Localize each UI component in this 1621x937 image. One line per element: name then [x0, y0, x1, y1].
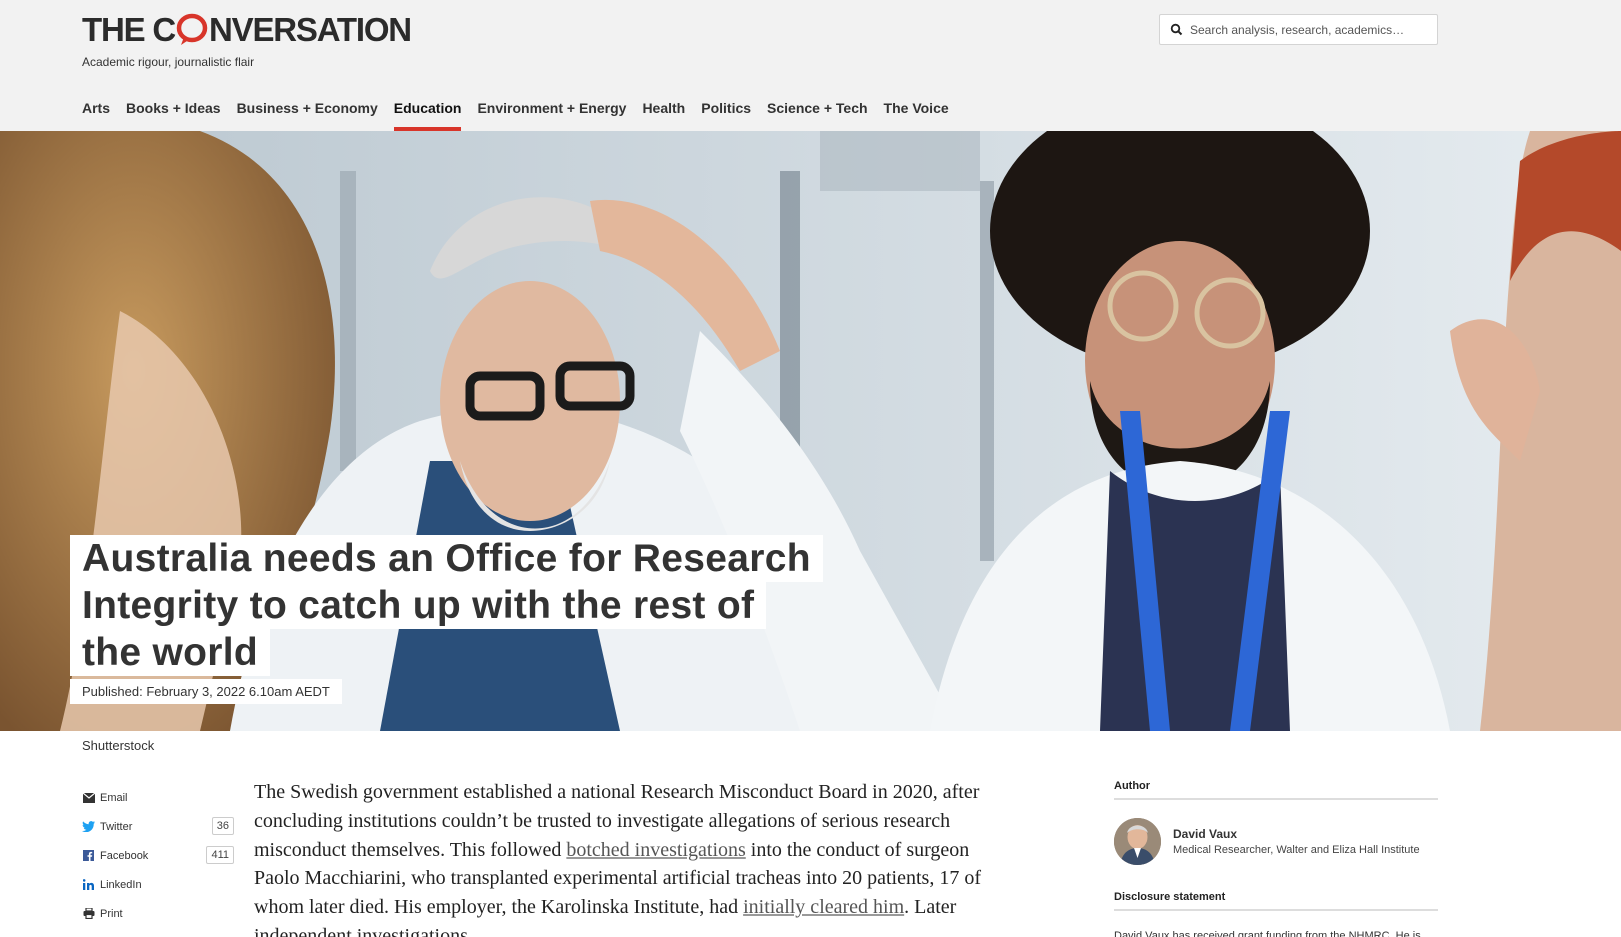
botched-investigations-link[interactable]: botched investigations	[566, 839, 745, 861]
share-linkedin-label: LinkedIn	[100, 878, 142, 891]
site-tagline: Academic rigour, journalistic flair	[82, 55, 255, 69]
share-linkedin[interactable]: LinkedIn	[82, 870, 234, 899]
share-facebook-label: Facebook	[100, 849, 149, 862]
share-twitter[interactable]: Twitter 36	[82, 812, 234, 841]
share-print-label: Print	[100, 907, 123, 920]
email-icon	[82, 791, 95, 804]
title-line-3: the world	[70, 629, 271, 676]
search-icon	[1170, 23, 1183, 35]
facebook-icon	[82, 849, 95, 862]
share-email[interactable]: Email	[82, 783, 234, 812]
linkedin-icon	[82, 878, 95, 891]
title-line-2: Integrity to catch up with the rest of	[70, 582, 767, 629]
avatar[interactable]	[1114, 818, 1161, 865]
speech-bubble-logo-icon	[176, 12, 208, 48]
twitter-icon	[82, 820, 95, 833]
nav-item-business-economy[interactable]: Business + Economy	[237, 98, 378, 131]
nav-item-health[interactable]: Health	[642, 98, 685, 131]
image-credit: Shutterstock	[82, 738, 155, 753]
site-header: THE C NVERSATION Academic rigour, journa…	[0, 0, 1621, 131]
logo-text-end: NVERSATION	[209, 11, 412, 48]
nav-item-books-ideas[interactable]: Books + Ideas	[126, 98, 221, 131]
author-name[interactable]: David Vaux	[1173, 827, 1420, 841]
facebook-share-count: 411	[206, 846, 234, 864]
author-info: David Vaux Medical Researcher, Walter an…	[1173, 827, 1420, 856]
twitter-share-count: 36	[211, 817, 234, 835]
share-bar: Email Twitter 36 Facebook 411 LinkedIn P…	[82, 783, 234, 928]
author-role: Medical Researcher, Walter and Eliza Hal…	[1173, 844, 1420, 856]
author-card[interactable]: David Vaux Medical Researcher, Walter an…	[1114, 818, 1438, 865]
logo-text-start: THE C	[82, 11, 176, 48]
nav-item-arts[interactable]: Arts	[82, 98, 110, 131]
article-title: Australia needs an Office for Research I…	[70, 535, 823, 676]
article-body: The Swedish government established a nat…	[254, 778, 1014, 937]
nav-item-politics[interactable]: Politics	[701, 98, 751, 131]
published-date: Published: February 3, 2022 6.10am AEDT	[70, 679, 342, 704]
article-sidebar: Author David Vaux Medical Researcher, Wa…	[1114, 780, 1438, 937]
nav-item-education[interactable]: Education	[393, 98, 461, 131]
initially-cleared-link[interactable]: initially cleared him	[743, 896, 904, 918]
disclosure-text: David Vaux has received grant funding fr…	[1114, 930, 1421, 937]
section-nav: Arts Books + Ideas Business + Economy Ed…	[82, 98, 965, 131]
search-box[interactable]	[1159, 14, 1438, 45]
search-input[interactable]	[1190, 22, 1420, 37]
share-twitter-label: Twitter	[100, 820, 133, 833]
site-logo[interactable]: THE C NVERSATION	[82, 10, 412, 50]
share-email-label: Email	[100, 791, 128, 804]
disclosure-heading: Disclosure statement	[1114, 891, 1438, 911]
nav-item-environment-energy[interactable]: Environment + Energy	[477, 98, 626, 131]
author-heading: Author	[1114, 780, 1438, 800]
title-line-1: Australia needs an Office for Research	[70, 535, 823, 582]
article-paragraph: The Swedish government established a nat…	[254, 778, 1014, 937]
print-icon	[82, 907, 95, 920]
nav-item-the-voice[interactable]: The Voice	[884, 98, 949, 131]
share-print[interactable]: Print	[82, 899, 234, 928]
nav-item-science-tech[interactable]: Science + Tech	[767, 98, 868, 131]
share-facebook[interactable]: Facebook 411	[82, 841, 234, 870]
